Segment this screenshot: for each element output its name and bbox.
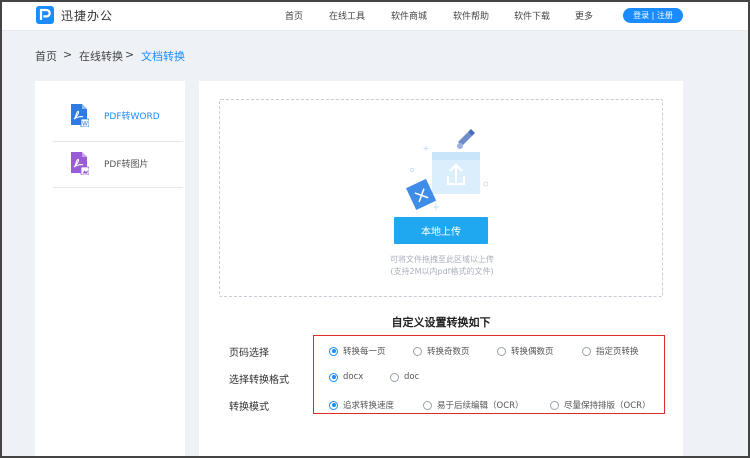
sidebar-item-label: PDF转WORD [104,112,160,122]
login-register-button[interactable]: 登录 | 注册 [623,8,683,23]
radio-dot[interactable] [329,372,338,382]
breadcrumb-home[interactable]: 首页 [35,48,57,64]
nav-online-tools[interactable]: 在线工具 [329,9,365,22]
sidebar-item-pdf-to-word[interactable]: W PDF转WORD [53,92,165,138]
pdf-image-icon [71,152,89,175]
upload-hint: 可将文件拖拽至此区域以上传 [390,255,494,264]
sidebar-item-pdf-to-image[interactable]: PDF转图片 [53,140,165,186]
radio-dot[interactable] [497,346,506,356]
sidebar-item-label: PDF转图片 [104,160,149,170]
settings-title: 自定义设置转换如下 [391,316,491,329]
radio-convert-even-pages[interactable]: 转换偶数页 [497,345,554,357]
breadcrumb-separator: > [125,48,135,61]
radio-dot[interactable] [550,400,559,410]
nav-software-help[interactable]: 软件帮助 [453,9,489,22]
file-drop-zone[interactable]: 本地上传 可将文件拖拽至此区域以上传 (支持2M以内pdf格式的文件) [219,99,663,297]
brand-name[interactable]: 迅捷办公 [61,7,113,24]
sidebar: W PDF转WORD PDF转图片 [35,81,185,458]
nav-software-download[interactable]: 软件下载 [514,9,550,22]
svg-text:W: W [82,121,88,128]
breadcrumb-separator: > [63,48,73,61]
conversion-mode-label: 转换模式 [229,402,269,413]
radio-dot[interactable] [582,346,591,356]
radio-format-doc[interactable]: doc [390,372,419,382]
radio-dot[interactable] [329,346,338,356]
radio-dot[interactable] [390,372,399,382]
radio-dot[interactable] [423,400,432,410]
page-selection-label: 页码选择 [229,348,269,359]
radio-mode-speed[interactable]: 追求转换速度 [329,399,394,411]
app-logo-icon[interactable] [36,6,54,24]
local-upload-button[interactable]: 本地上传 [394,217,488,244]
upload-illustration-icon [406,129,489,210]
radio-dot[interactable] [413,346,422,356]
radio-convert-odd-pages[interactable]: 转换奇数页 [413,345,470,357]
radio-mode-layout-ocr[interactable]: 尽量保持排版（OCR） [550,399,651,411]
format-selection-label: 选择转换格式 [229,375,289,386]
sidebar-divider [53,187,183,188]
radio-mode-editable-ocr[interactable]: 易于后续编辑（OCR） [423,399,524,411]
radio-convert-specified-pages[interactable]: 指定页转换 [582,345,639,357]
upload-limit-hint: (支持2M以内pdf格式的文件) [390,267,494,276]
nav-home[interactable]: 首页 [285,9,303,22]
breadcrumb-current: 文档转换 [141,50,185,63]
nav-more[interactable]: 更多 [575,9,593,22]
nav-software-store[interactable]: 软件商城 [391,9,427,22]
breadcrumb-online-convert[interactable]: 在线转换 [79,48,123,64]
radio-dot[interactable] [329,400,338,410]
main-panel: 本地上传 可将文件拖拽至此区域以上传 (支持2M以内pdf格式的文件) 自定义设… [199,81,683,458]
pdf-word-icon: W [71,104,89,128]
radio-format-docx[interactable]: docx [329,372,363,382]
top-header: 迅捷办公 首页 在线工具 软件商城 软件帮助 软件下载 更多 登录 | 注册 [0,0,750,31]
radio-convert-every-page[interactable]: 转换每一页 [329,345,386,357]
